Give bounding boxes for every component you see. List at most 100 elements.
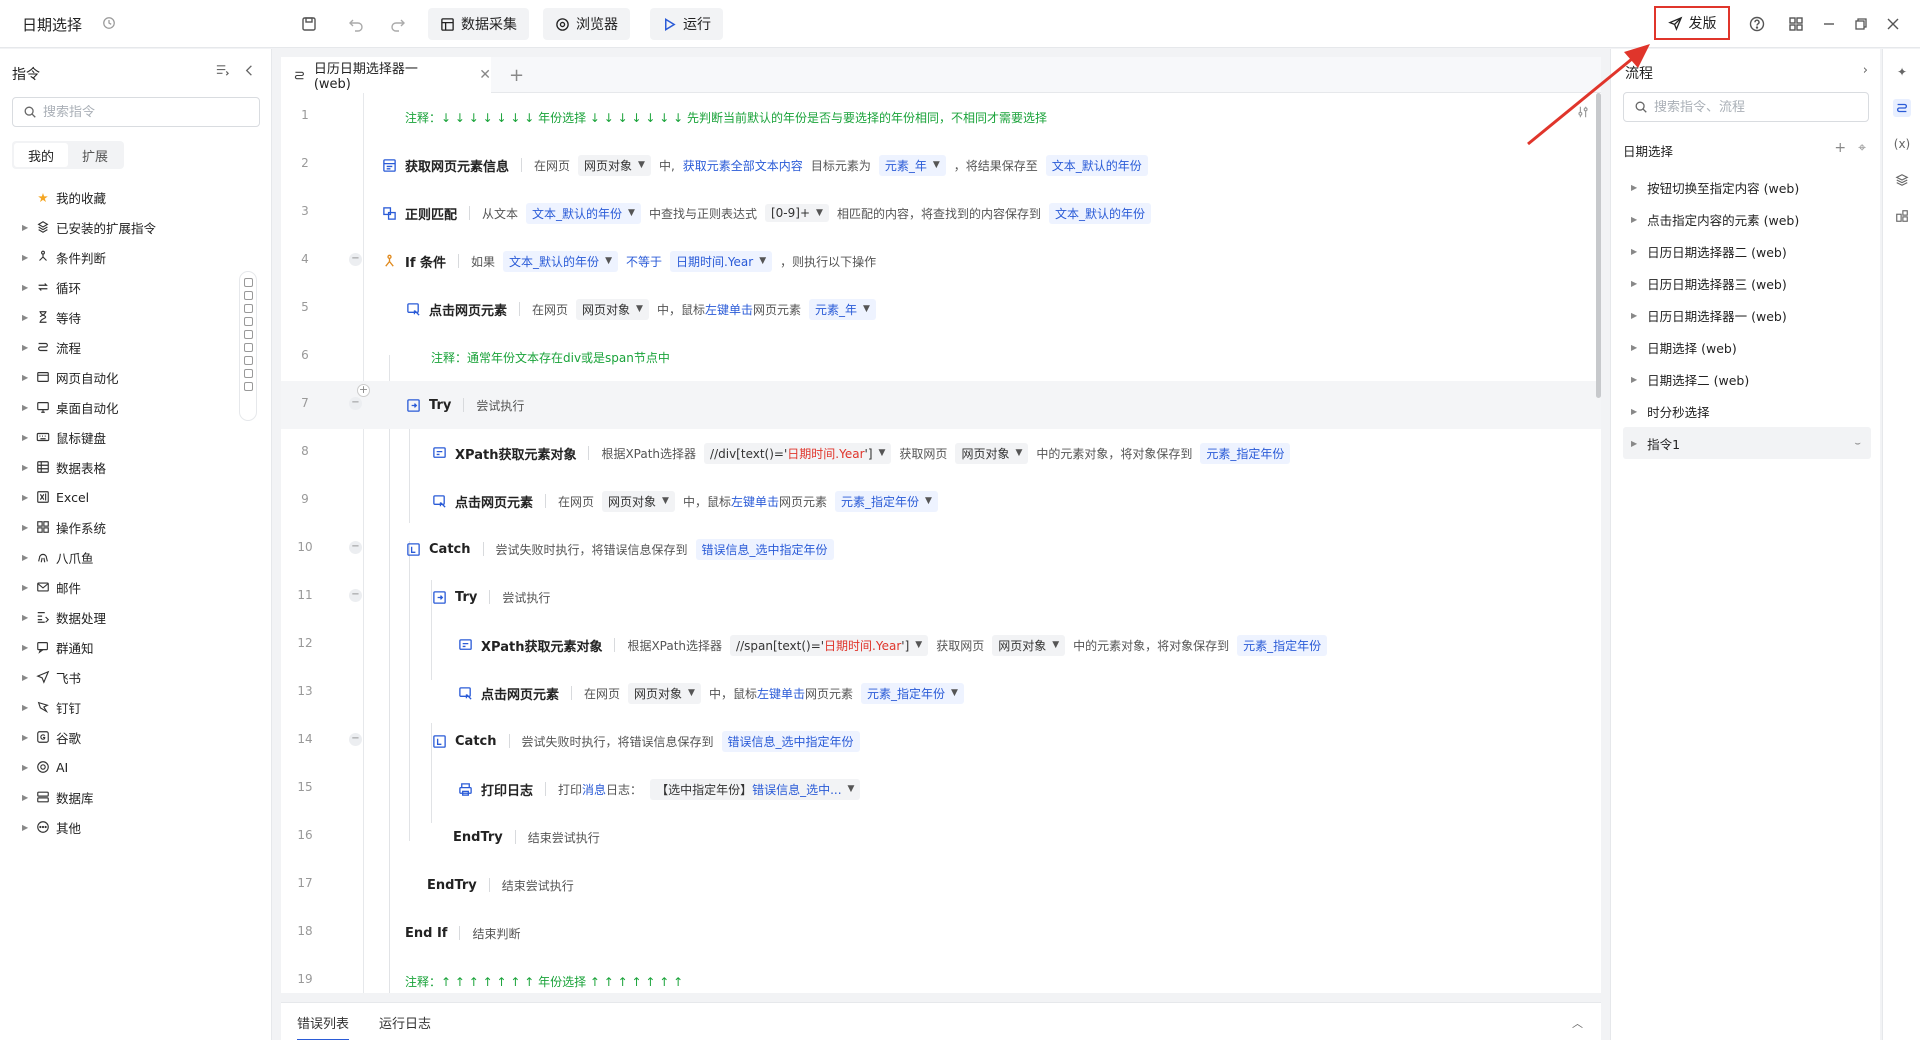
category-mail[interactable]: ▶ 邮件 [22,572,222,602]
param-chip[interactable]: 网页对象 ▼ [576,298,649,320]
category-ai[interactable]: ▶ AI [22,752,222,782]
category-loop[interactable]: ▶ 循环 [22,272,222,302]
fold-toggle[interactable]: − [349,397,362,410]
command-line-comment[interactable]: 19 注释：↑ ↑ ↑ ↑ ↑ ↑ ↑ 年份选择 ↑ ↑ ↑ ↑ ↑ ↑ ↑ [281,957,1601,993]
fold-toggle[interactable]: − [349,253,362,266]
category-other[interactable]: ▶ 其他 [22,812,222,842]
command-line-regex[interactable]: 3 正则匹配 从文本 文本_默认的年份 ▼ 中查找与正则表达式 [0-9]+ ▼ 相… [281,189,1601,237]
param-chip[interactable]: 错误信息_选中指定年份 [721,730,860,752]
command-line-click-element[interactable]: 9 点击网页元素 在网页 网页对象 ▼ 中，鼠标 左键单击 网页元素 元素_指定年份 ▼ [281,477,1601,525]
flow-item[interactable]: ▶ 指令1 ⌣ [1623,427,1871,459]
flow-item[interactable]: ▶ 日历日期选择器一 (web) [1623,299,1871,331]
flow-item[interactable]: ▶ 按钮切换至指定内容 (web) [1623,171,1871,203]
tab-extensions[interactable]: 扩展 [68,143,122,167]
tab-mine[interactable]: 我的 [14,143,68,167]
category-desktop-automation[interactable]: ▶ 桌面自动化 [22,392,222,422]
flow-item[interactable]: ▶ 日历日期选择器三 (web) [1623,267,1871,299]
param-chip[interactable]: 元素_指定年份 [1200,442,1291,464]
category-google[interactable]: ▶ 谷歌 [22,722,222,752]
redo-icon[interactable] [387,13,409,35]
command-line-endtry[interactable]: 16 EndTry 结束尝试执行 [281,813,1601,861]
param-chip[interactable]: 文本_默认的年份 ▼ [526,202,641,224]
insert-line-icon[interactable]: + [357,384,370,397]
command-line-xpath[interactable]: 12 XPath获取元素对象 根据XPath选择器 //span[text()=… [281,621,1601,669]
category-wait[interactable]: ▶ 等待 [22,302,222,332]
category-os[interactable]: ▶ 操作系统 [22,512,222,542]
tab-run-log[interactable]: 运行日志 [379,1013,431,1032]
command-line-click-element[interactable]: 5 点击网页元素 在网页 网页对象 ▼ 中，鼠标 左键单击 网页元素 元素_年 ▼ [281,285,1601,333]
param-chip[interactable]: 网页对象 ▼ [628,682,701,704]
command-search-input[interactable] [43,104,243,120]
flow-icon[interactable] [1893,99,1911,117]
history-icon[interactable] [102,16,116,30]
layers-icon[interactable] [1893,171,1911,189]
element-library-icon[interactable] [1893,207,1911,225]
param-chip[interactable]: 网页对象 ▼ [578,154,651,176]
command-line-comment[interactable]: 6 注释：通常年份文本存在div或是span节点中 [281,333,1601,381]
close-tab-icon[interactable]: ✕ [479,67,491,83]
flow-search[interactable] [1623,92,1869,122]
collapse-all-icon[interactable] [215,63,230,78]
help-icon[interactable] [1746,13,1768,35]
command-line-endif[interactable]: 18 End If 结束判断 [281,909,1601,957]
command-line-try[interactable]: 7 − Try 尝试执行 [281,381,1601,429]
publish-button[interactable]: 发版 [1654,6,1730,40]
param-chip[interactable]: 元素_年 ▼ [878,154,946,176]
param-chip[interactable]: 【选中指定年份】错误信息_选中... ▼ [650,778,861,800]
tab-calendar-picker-one[interactable]: 日历日期选择器一 (web) ✕ [281,57,491,93]
run-button[interactable]: 运行 [650,8,723,40]
category-condition[interactable]: ▶ 条件判断 [22,242,222,272]
command-line-click-element[interactable]: 13 点击网页元素 在网页 网页对象 ▼ 中，鼠标 左键单击 网页元素 元素_指定年份… [281,669,1601,717]
command-line-catch[interactable]: 14 − Catch 尝试失败时执行，将错误信息保存到 错误信息_选中指定年份 [281,717,1601,765]
flow-item[interactable]: ▶ 日期选择 (web) [1623,331,1871,363]
browser-button[interactable]: 浏览器 [543,8,630,40]
category-feishu[interactable]: ▶ 飞书 [22,662,222,692]
param-chip[interactable]: 文本_默认的年份 [1045,154,1148,176]
variable-icon[interactable]: (x) [1893,135,1911,153]
command-line-if[interactable]: 4 − If 条件 如果 文本_默认的年份 ▼ 不等于 日期时间.Year ▼ ，则… [281,237,1601,285]
param-chip[interactable]: 文本_默认的年份 [1048,202,1151,224]
param-chip[interactable]: 元素_指定年份 [1237,634,1328,656]
param-chip[interactable]: //div[text()='日期时间.Year'] ▼ [704,442,892,464]
param-chip[interactable]: 元素_年 ▼ [809,298,876,320]
command-line-get-element-info[interactable]: 2 获取网页元素信息 在网页 网页对象 ▼ 中, 获取元素全部文本内容 目标元素为… [281,141,1601,189]
param-chip[interactable]: 错误信息_选中指定年份 [695,538,834,560]
flow-item[interactable]: ▶ 点击指定内容的元素 (web) [1623,203,1871,235]
param-chip[interactable]: //span[text()='日期时间.Year'] ▼ [730,634,929,656]
flow-item[interactable]: ▶ 时分秒选择 [1623,395,1871,427]
locate-icon[interactable]: ⌖ [1858,140,1866,156]
editor-scrollbar[interactable] [1596,93,1601,398]
param-chip[interactable]: 日期时间.Year ▼ [670,250,773,272]
category-extensions[interactable]: ▶ 已安装的扩展指令 [22,212,222,242]
command-search[interactable] [12,97,260,127]
add-flow-icon[interactable]: + [1834,140,1846,156]
ai-sparkle-icon[interactable]: ✦ [1893,63,1911,81]
category-excel[interactable]: ▶ Excel [22,482,222,512]
param-chip[interactable]: 网页对象 ▼ [992,634,1066,656]
category-flow[interactable]: ▶ 流程 [22,332,222,362]
fold-toggle[interactable]: − [349,589,362,602]
category-octopus[interactable]: ▶ 八爪鱼 [22,542,222,572]
param-chip[interactable]: 网页对象 ▼ [955,442,1029,464]
hidden-eye-icon[interactable]: ⌣ [1854,438,1861,449]
category-mouse-keyboard[interactable]: ▶ 鼠标键盘 [22,422,222,452]
command-line-xpath[interactable]: 8 XPath获取元素对象 根据XPath选择器 //div[text()='日… [281,429,1601,477]
command-line-catch[interactable]: 10 − Catch 尝试失败时执行，将错误信息保存到 错误信息_选中指定年份 [281,525,1601,573]
param-chip[interactable]: 网页对象 ▼ [602,490,675,512]
command-line-print-log[interactable]: 15 打印日志 打印 消息 日志： 【选中指定年份】错误信息_选中... ▼ [281,765,1601,813]
param-chip[interactable]: 文本_默认的年份 ▼ [503,250,618,272]
add-tab-icon[interactable]: + [509,65,524,86]
command-line-comment[interactable]: 1 注释：↓ ↓ ↓ ↓ ↓ ↓ ↓ 年份选择 ↓ ↓ ↓ ↓ ↓ ↓ ↓ 先判… [281,93,1601,141]
category-web-automation[interactable]: ▶ 网页自动化 [22,362,222,392]
minimize-icon[interactable] [1818,13,1840,35]
command-line-try[interactable]: 11 − Try 尝试执行 [281,573,1601,621]
flow-search-input[interactable] [1654,99,1854,115]
category-dingtalk[interactable]: ▶ 钉钉 [22,692,222,722]
category-quick-nav[interactable] [239,271,257,421]
category-database[interactable]: ▶ 数据库 [22,782,222,812]
param-chip[interactable]: 元素_指定年份 ▼ [861,682,964,704]
category-group-notify[interactable]: ▶ 群通知 [22,632,222,662]
category-data-table[interactable]: ▶ 数据表格 [22,452,222,482]
param-chip[interactable]: [0-9]+ ▼ [764,204,829,222]
close-icon[interactable] [1882,13,1904,35]
